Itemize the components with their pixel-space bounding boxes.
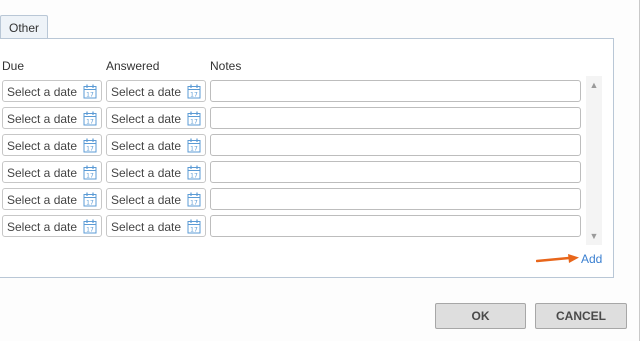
answered-date-placeholder: Select a date [111,112,182,126]
svg-text:17: 17 [190,119,198,126]
calendar-icon[interactable]: 17 [83,138,97,153]
answered-date-picker[interactable]: Select a date 17 [106,134,206,156]
chevron-down-icon[interactable]: ▼ [586,229,602,243]
svg-text:17: 17 [86,173,94,180]
notes-field[interactable] [210,161,581,183]
due-date-picker[interactable]: Select a date 17 [2,188,102,210]
column-header-notes: Notes [210,59,242,73]
arrow-right-icon [536,254,579,263]
svg-text:17: 17 [86,119,94,126]
svg-text:17: 17 [190,173,198,180]
vertical-scrollbar[interactable]: ▲ ▼ [586,76,602,245]
calendar-icon[interactable]: 17 [187,84,201,99]
answered-date-placeholder: Select a date [111,85,182,99]
tab-other[interactable]: Other [0,15,48,39]
due-date-picker[interactable]: Select a date 17 [2,161,102,183]
notes-field[interactable] [210,215,581,237]
cancel-button-label: CANCEL [556,309,606,323]
notes-field[interactable] [210,188,581,210]
add-link[interactable]: Add [581,252,602,266]
answered-date-picker[interactable]: Select a date 17 [106,188,206,210]
calendar-icon[interactable]: 17 [187,138,201,153]
dialog: Other Due Answered Notes Select a date 17… [0,0,640,341]
due-date-picker[interactable]: Select a date 17 [2,134,102,156]
svg-text:17: 17 [190,146,198,153]
svg-text:17: 17 [190,92,198,99]
due-date-placeholder: Select a date [7,112,78,126]
due-date-placeholder: Select a date [7,85,78,99]
notes-field[interactable] [210,80,581,102]
notes-field[interactable] [210,134,581,156]
answered-date-placeholder: Select a date [111,220,182,234]
ok-button[interactable]: OK [435,303,526,329]
due-date-placeholder: Select a date [7,220,78,234]
answered-date-picker[interactable]: Select a date 17 [106,107,206,129]
tab-panel: Due Answered Notes Select a date 17 Select… [0,38,614,278]
svg-text:17: 17 [86,92,94,99]
notes-field[interactable] [210,107,581,129]
answered-date-placeholder: Select a date [111,139,182,153]
calendar-icon[interactable]: 17 [83,84,97,99]
svg-text:17: 17 [86,200,94,207]
calendar-icon[interactable]: 17 [83,219,97,234]
calendar-icon[interactable]: 17 [187,219,201,234]
answered-date-picker[interactable]: Select a date 17 [106,161,206,183]
tab-label: Other [8,20,39,35]
ok-button-label: OK [471,309,490,323]
due-date-picker[interactable]: Select a date 17 [2,80,102,102]
chevron-up-icon[interactable]: ▲ [586,78,602,92]
svg-text:17: 17 [190,200,198,207]
svg-text:17: 17 [190,227,198,234]
answered-date-placeholder: Select a date [111,166,182,180]
calendar-icon[interactable]: 17 [187,165,201,180]
column-header-due: Due [2,59,25,73]
answered-date-picker[interactable]: Select a date 17 [106,80,206,102]
column-header-answered: Answered [106,59,160,73]
answered-date-placeholder: Select a date [111,193,182,207]
due-date-picker[interactable]: Select a date 17 [2,215,102,237]
calendar-icon[interactable]: 17 [83,192,97,207]
due-date-picker[interactable]: Select a date 17 [2,107,102,129]
svg-text:17: 17 [86,146,94,153]
cancel-button[interactable]: CANCEL [535,303,627,329]
calendar-icon[interactable]: 17 [83,165,97,180]
due-date-placeholder: Select a date [7,166,78,180]
due-date-placeholder: Select a date [7,193,78,207]
answered-date-picker[interactable]: Select a date 17 [106,215,206,237]
svg-text:17: 17 [86,227,94,234]
calendar-icon[interactable]: 17 [187,192,201,207]
calendar-icon[interactable]: 17 [187,111,201,126]
calendar-icon[interactable]: 17 [83,111,97,126]
due-date-placeholder: Select a date [7,139,78,153]
